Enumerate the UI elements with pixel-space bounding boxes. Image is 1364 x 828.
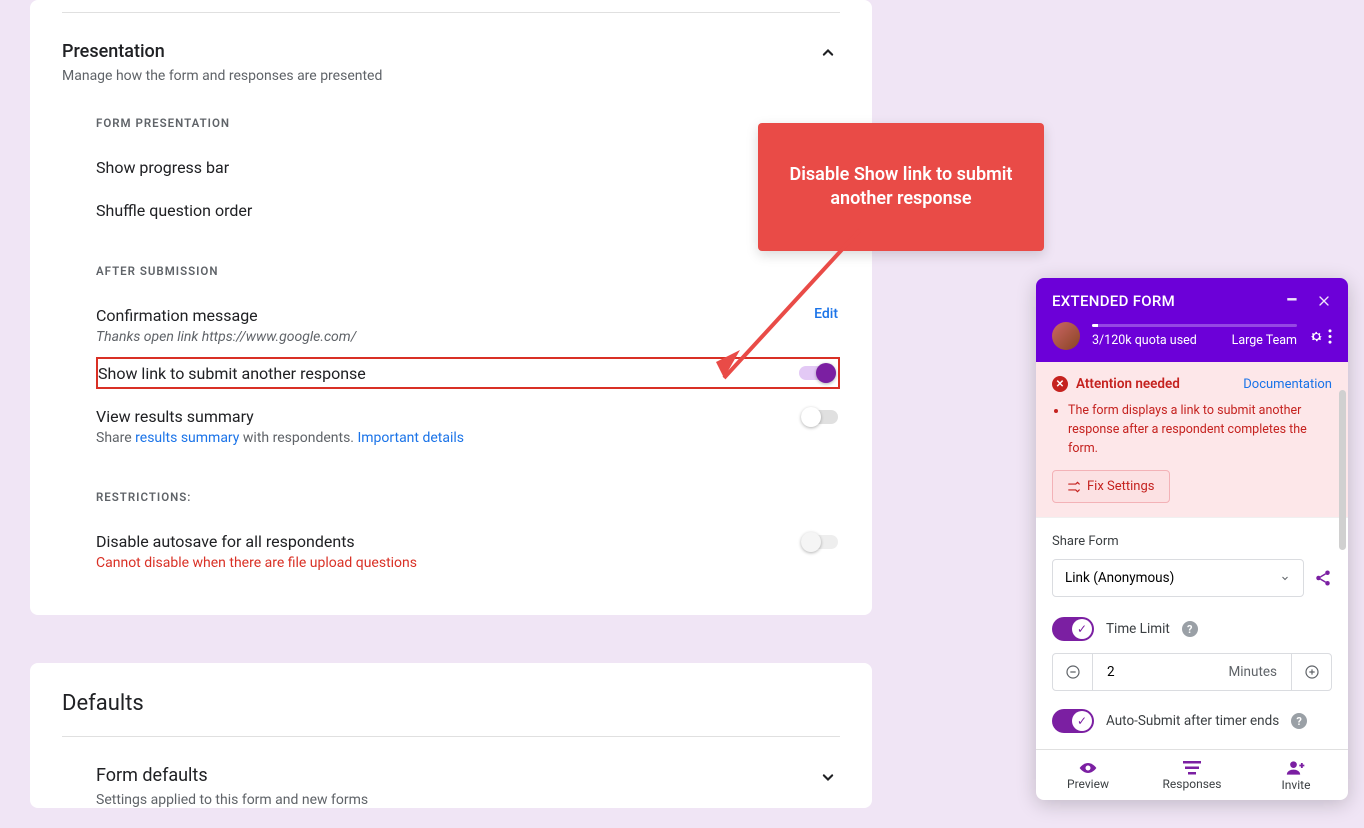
extended-form-panel: EXTENDED FORM − 3/120k quota used Large … <box>1036 278 1348 800</box>
panel-body: ✕ Attention needed Documentation The for… <box>1036 362 1348 749</box>
presentation-title: Presentation <box>62 41 382 62</box>
time-limit-label: Time Limit <box>1106 621 1170 637</box>
avatar[interactable] <box>1052 322 1080 350</box>
list-icon <box>1183 761 1201 775</box>
preview-button[interactable]: Preview <box>1036 750 1140 800</box>
show-progress-bar-label: Show progress bar <box>96 158 229 177</box>
callout-text: Disable Show link to submit another resp… <box>778 163 1024 212</box>
gear-icon[interactable] <box>1309 329 1324 344</box>
form-defaults-row[interactable]: Form defaults Settings applied to this f… <box>62 765 840 808</box>
chevron-down-icon <box>1279 572 1291 584</box>
decrement-button[interactable] <box>1053 654 1093 690</box>
share-mode-select[interactable]: Link (Anonymous) <box>1052 559 1304 597</box>
auto-submit-toggle[interactable]: ✓ <box>1052 709 1094 733</box>
panel-header: EXTENDED FORM − 3/120k quota used Large … <box>1036 278 1348 362</box>
presentation-body: FORM PRESENTATION Show progress bar Shuf… <box>62 116 840 583</box>
plan-text: Large Team <box>1232 333 1297 348</box>
fix-settings-button[interactable]: Fix Settings <box>1052 470 1170 503</box>
panel-footer: Preview Responses Invite <box>1036 749 1348 800</box>
confirmation-message-row: Confirmation message Thanks open link ht… <box>96 294 840 357</box>
important-details-link[interactable]: Important details <box>357 430 464 446</box>
form-presentation-heading: FORM PRESENTATION <box>96 116 840 130</box>
responses-button[interactable]: Responses <box>1140 750 1244 800</box>
time-value[interactable]: 2 <box>1107 664 1115 680</box>
callout-annotation: Disable Show link to submit another resp… <box>758 123 1044 251</box>
disable-autosave-label: Disable autosave for all respondents <box>96 532 417 551</box>
alert-title: Attention needed <box>1076 376 1180 392</box>
time-limit-toggle[interactable]: ✓ <box>1052 617 1094 641</box>
view-results-row: View results summary Share results summa… <box>96 389 840 458</box>
quota-text: 3/120k quota used <box>1092 333 1197 348</box>
chevron-down-icon[interactable] <box>816 765 840 789</box>
confirmation-message-text: Thanks open link https://www.google.com/ <box>96 329 356 345</box>
disable-autosave-toggle <box>801 532 838 552</box>
time-unit: Minutes <box>1228 664 1277 680</box>
shuffle-question-row: Shuffle question order <box>96 189 840 232</box>
attention-alert: ✕ Attention needed Documentation The for… <box>1036 362 1348 518</box>
person-add-icon <box>1286 760 1306 776</box>
presentation-subtitle: Manage how the form and responses are pr… <box>62 68 382 84</box>
eye-icon <box>1078 761 1098 775</box>
check-icon: ✓ <box>1072 619 1092 639</box>
show-link-submit-row: Show link to submit another response <box>96 357 840 389</box>
share-form-label: Share Form <box>1052 534 1332 549</box>
defaults-title: Defaults <box>62 691 840 716</box>
alert-close-icon[interactable]: ✕ <box>1052 376 1068 392</box>
view-results-label: View results summary <box>96 407 464 426</box>
show-link-submit-toggle[interactable] <box>799 363 836 383</box>
settings-icon <box>1067 480 1081 494</box>
time-stepper: 2 Minutes <box>1052 653 1332 691</box>
presentation-header[interactable]: Presentation Manage how the form and res… <box>62 13 840 84</box>
form-defaults-sub: Settings applied to this form and new fo… <box>96 792 368 808</box>
defaults-card: Defaults Form defaults Settings applied … <box>30 663 872 808</box>
alert-message: The form displays a link to submit anoth… <box>1068 402 1332 458</box>
check-icon: ✓ <box>1072 711 1092 731</box>
confirmation-message-label: Confirmation message <box>96 306 356 325</box>
panel-title: EXTENDED FORM <box>1052 292 1175 310</box>
scrollbar[interactable] <box>1339 390 1346 550</box>
restrictions-heading: RESTRICTIONS: <box>96 490 840 504</box>
auto-submit-label: Auto-Submit after timer ends <box>1106 713 1279 729</box>
after-submission-heading: AFTER SUBMISSION <box>96 264 840 278</box>
shuffle-question-label: Shuffle question order <box>96 201 252 220</box>
chevron-up-icon[interactable] <box>816 41 840 65</box>
more-icon[interactable] <box>1328 329 1332 344</box>
presentation-card: Presentation Manage how the form and res… <box>30 0 872 615</box>
results-summary-link[interactable]: results summary <box>135 430 239 446</box>
share-icon[interactable] <box>1314 569 1332 587</box>
view-results-sub: Share results summary with respondents. … <box>96 430 464 446</box>
show-progress-bar-row: Show progress bar <box>96 146 840 189</box>
invite-button[interactable]: Invite <box>1244 750 1348 800</box>
help-icon[interactable]: ? <box>1291 713 1307 729</box>
edit-button[interactable]: Edit <box>814 306 838 322</box>
divider <box>62 736 840 737</box>
help-icon[interactable]: ? <box>1182 621 1198 637</box>
documentation-link[interactable]: Documentation <box>1243 377 1332 392</box>
show-link-submit-label: Show link to submit another response <box>98 364 366 383</box>
view-results-toggle[interactable] <box>801 407 838 427</box>
form-defaults-label: Form defaults <box>96 765 368 786</box>
close-icon[interactable] <box>1316 293 1332 309</box>
increment-button[interactable] <box>1291 654 1331 690</box>
disable-autosave-error: Cannot disable when there are file uploa… <box>96 555 417 571</box>
disable-autosave-row: Disable autosave for all respondents Can… <box>96 520 840 583</box>
